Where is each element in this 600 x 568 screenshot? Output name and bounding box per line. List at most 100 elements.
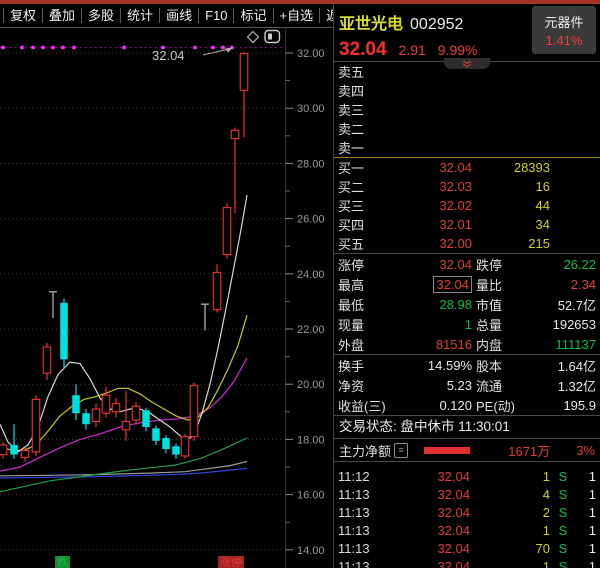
bid-row[interactable]: 买五32.00215 <box>334 234 600 253</box>
bid-row[interactable]: 买二32.0316 <box>334 177 600 196</box>
tick-count: 1 <box>576 487 596 502</box>
detail-value: 1.32亿 <box>534 376 596 395</box>
diamond-marker-icon[interactable] <box>246 30 260 49</box>
sector-name: 元器件 <box>532 12 596 31</box>
tick-price: 32.04 <box>384 487 470 502</box>
svg-text:32.00: 32.00 <box>297 48 325 60</box>
book-label: 卖四 <box>338 81 394 100</box>
svg-text:32.04: 32.04 <box>152 48 185 63</box>
tick-count: 1 <box>576 559 596 568</box>
ask-row[interactable]: 卖三 <box>334 100 600 119</box>
toolbar-item-2[interactable]: 叠加 <box>43 8 82 23</box>
grid: 32.0030.0028.0026.0024.0022.0020.0018.00… <box>0 29 325 568</box>
detail-label: 换手 <box>338 356 396 375</box>
tick-direction: S <box>550 541 576 556</box>
book-label: 买一 <box>338 158 394 177</box>
detail-label: 涨停 <box>338 255 396 274</box>
detail-value: 111137 <box>534 337 596 352</box>
detail-value: 26.22 <box>534 257 596 272</box>
ask-row[interactable]: 卖一 <box>334 138 600 157</box>
detail-value: 1 <box>396 317 472 332</box>
detail-label: 外盘 <box>338 335 396 354</box>
toolbar-item-3[interactable]: 多股 <box>82 8 121 23</box>
book-price: 32.02 <box>394 198 472 213</box>
tick-row: 11:1332.0470S1 <box>334 539 600 557</box>
book-price: 32.01 <box>394 217 472 232</box>
tick-time: 11:12 <box>338 469 384 484</box>
sector-badge[interactable]: 元器件 1.41% <box>532 6 596 54</box>
toolbar-item-7[interactable]: 标记 <box>234 8 273 23</box>
bid-row[interactable]: 买四32.0134 <box>334 215 600 234</box>
panel-toggle-icon[interactable] <box>264 29 281 49</box>
chart-badge: 涨停 <box>218 556 244 568</box>
detail-row: 换手14.59%股本1.64亿 <box>334 355 600 375</box>
quote-panel: 亚世光电002952 32.04 2.91 9.99% 元器件 1.41% 卖五… <box>334 4 600 568</box>
svg-text:22.00: 22.00 <box>297 324 325 336</box>
stock-code: 002952 <box>410 16 463 33</box>
detail-label: 总量 <box>472 315 534 334</box>
tick-row: 11:1332.042S1 <box>334 503 600 521</box>
ask-row[interactable]: 卖二 <box>334 119 600 138</box>
detail-value: 14.59% <box>396 358 472 373</box>
main-flow-label: 主力净额 <box>339 441 391 460</box>
detail-row: 最高32.04量比2.34 <box>334 274 600 294</box>
kline-chart[interactable]: 32.0030.0028.0026.0024.0022.0020.0018.00… <box>0 29 333 568</box>
collapse-tab[interactable] <box>444 58 490 69</box>
tick-volume: 4 <box>470 487 550 502</box>
detail-row: 外盘81516内盘111137 <box>334 334 600 354</box>
chevron-down-icon <box>461 60 473 68</box>
tick-direction: S <box>550 523 576 538</box>
detail-grid-2: 换手14.59%股本1.64亿净资5.23流通1.32亿收益(三)0.120PE… <box>334 355 600 415</box>
tick-count: 1 <box>576 469 596 484</box>
tick-time: 11:13 <box>338 523 384 538</box>
price-change: 2.91 <box>399 42 426 58</box>
main-flow-value: 1671万 <box>508 441 550 460</box>
detail-label: 跌停 <box>472 255 534 274</box>
detail-value: 195.9 <box>534 398 596 413</box>
detail-label: 流通 <box>472 376 534 395</box>
book-volume: 28393 <box>472 160 550 175</box>
detail-row: 现量1总量192653 <box>334 314 600 334</box>
tick-time: 11:13 <box>338 505 384 520</box>
detail-grid-1: 涨停32.04跌停26.22最高32.04量比2.34最低28.98市值52.7… <box>334 254 600 354</box>
toolbar-item-4[interactable]: 统计 <box>121 8 160 23</box>
book-price: 32.04 <box>394 160 472 175</box>
book-label: 卖五 <box>338 62 394 81</box>
tick-time: 11:13 <box>338 487 384 502</box>
tick-list[interactable]: 11:1232.041S111:1332.044S111:1332.042S11… <box>334 462 600 568</box>
tick-price: 32.04 <box>384 541 470 556</box>
stock-name: 亚世光电 <box>339 16 403 33</box>
ma-gray <box>0 462 247 476</box>
detail-label: 市值 <box>472 295 534 314</box>
last-price: 32.04 <box>339 39 387 61</box>
main-flow-row[interactable]: 主力净额 ≡ 1671万 3% <box>334 439 600 462</box>
svg-text:28.00: 28.00 <box>297 158 325 170</box>
detail-label: 收益(三) <box>338 396 396 415</box>
ask-list: 卖五卖四卖三卖二卖一 <box>334 62 600 157</box>
book-label: 买五 <box>338 234 394 253</box>
toolbar-item-6[interactable]: F10 <box>199 8 234 23</box>
book-label: 卖三 <box>338 100 394 119</box>
bid-list: 买一32.0428393买二32.0316买三32.0244买四32.0134买… <box>334 158 600 253</box>
ma-blue <box>0 468 247 478</box>
toolbar-item-5[interactable]: 画线 <box>160 8 199 23</box>
tick-time: 11:13 <box>338 541 384 556</box>
detail-list-icon[interactable]: ≡ <box>394 443 408 458</box>
toolbar-item-1[interactable]: 复权 <box>3 8 43 23</box>
tick-direction: S <box>550 469 576 484</box>
bid-row[interactable]: 买三32.0244 <box>334 196 600 215</box>
bid-row[interactable]: 买一32.0428393 <box>334 158 600 177</box>
book-volume: 16 <box>472 179 550 194</box>
detail-value: 2.34 <box>534 277 596 292</box>
detail-row: 净资5.23流通1.32亿 <box>334 375 600 395</box>
detail-value: 5.23 <box>396 378 472 393</box>
detail-label: 内盘 <box>472 335 534 354</box>
toolbar-item-8[interactable]: +自选 <box>274 8 321 23</box>
ask-row[interactable]: 卖四 <box>334 81 600 100</box>
svg-text:14.00: 14.00 <box>297 545 325 557</box>
t-markers <box>49 292 209 331</box>
limit-up-line <box>0 46 284 49</box>
detail-label: 量比 <box>472 275 534 294</box>
tick-row: 11:1332.041S1 <box>334 521 600 539</box>
tick-volume: 1 <box>470 559 550 568</box>
